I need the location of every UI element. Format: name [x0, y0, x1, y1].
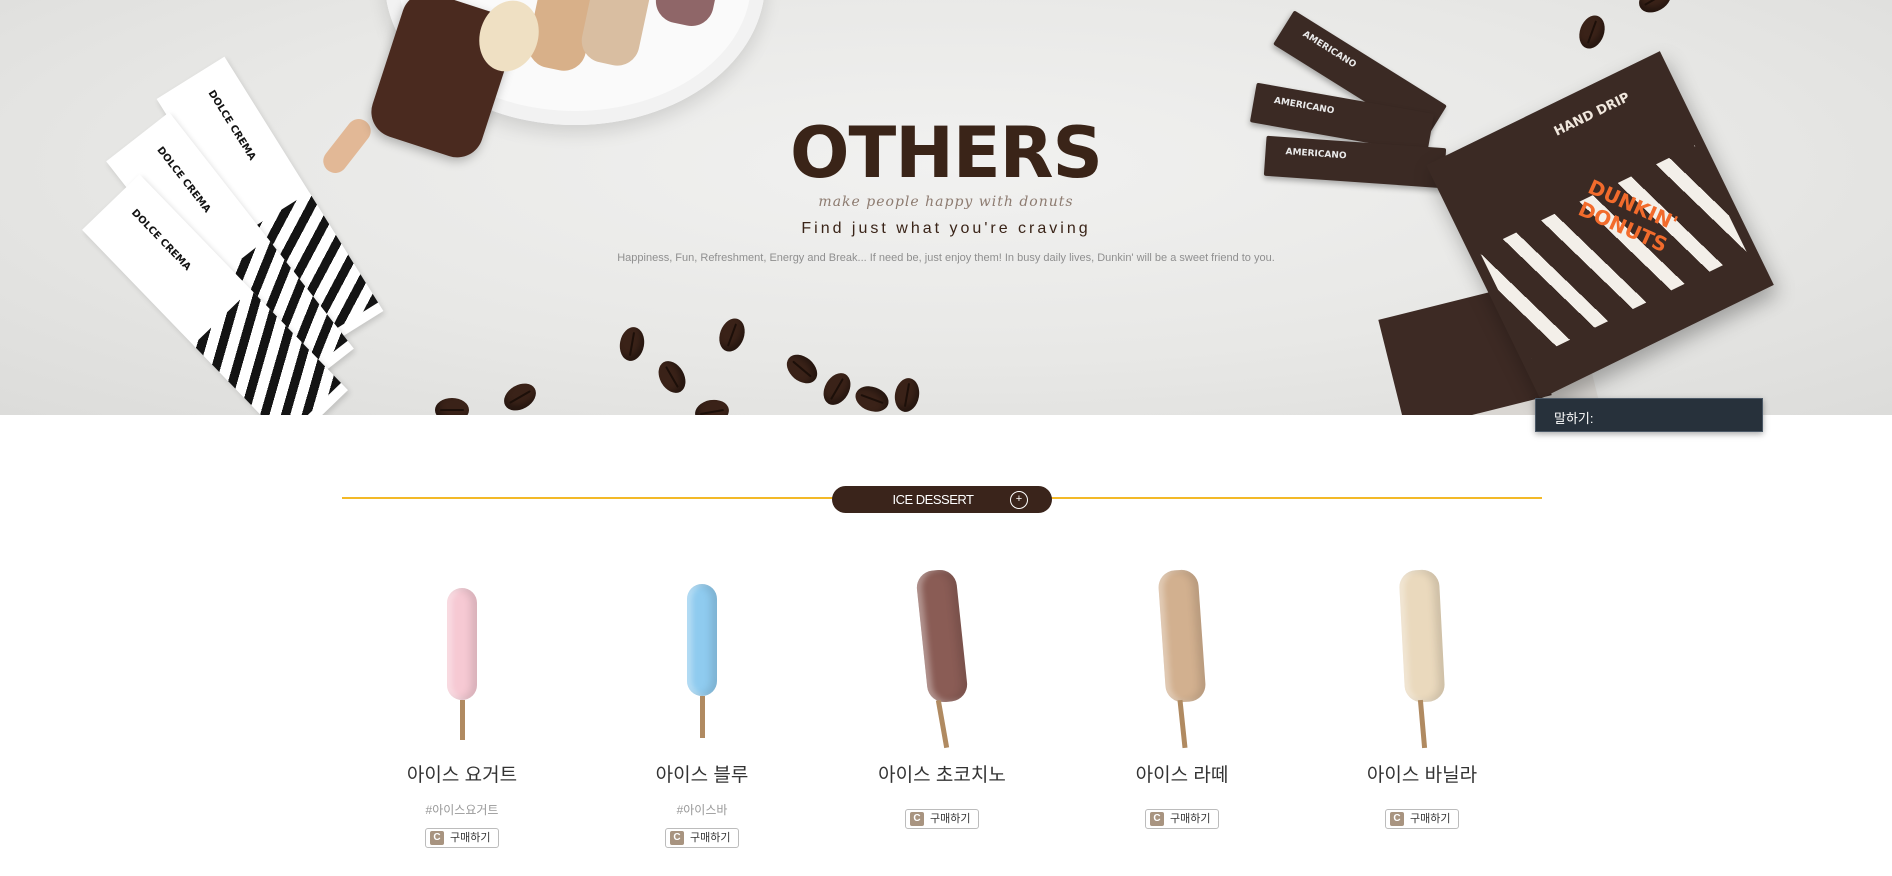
section-divider-right: [1042, 497, 1542, 499]
buy-button[interactable]: C 구매하기: [905, 809, 979, 829]
buy-label: 구매하기: [930, 813, 971, 825]
popsicle-image: [915, 568, 969, 704]
product-name[interactable]: 아이스 요거트: [342, 760, 582, 787]
coffee-bean: [435, 398, 469, 415]
product-card[interactable]: 아이스 요거트 #아이스요거트 C 구매하기: [342, 560, 582, 860]
buy-button[interactable]: C 구매하기: [1145, 809, 1219, 829]
coffee-bean: [892, 376, 922, 414]
coffee-bean: [653, 356, 691, 398]
hero-subtitle: Find just what you're craving: [801, 220, 1091, 237]
buy-label: 구매하기: [450, 832, 491, 844]
cart-icon: C: [1390, 812, 1404, 826]
stick-label: AMERICANO: [1273, 95, 1335, 117]
section-title: ICE DESSERT: [892, 492, 974, 507]
speech-input-bar[interactable]: 말하기:: [1535, 398, 1763, 432]
coffee-bean: [1634, 0, 1676, 18]
coffee-bean: [499, 378, 541, 415]
speech-label: 말하기:: [1554, 411, 1594, 426]
product-name[interactable]: 아이스 블루: [582, 760, 822, 787]
buy-label: 구매하기: [1170, 813, 1211, 825]
plus-icon[interactable]: +: [1010, 491, 1028, 509]
stick-label: AMERICANO: [1300, 29, 1358, 71]
coffee-bean: [851, 381, 893, 415]
product-card[interactable]: 아이스 라떼 C 구매하기: [1062, 560, 1302, 860]
buy-button[interactable]: C 구매하기: [665, 828, 739, 848]
popsicle-stick: [1177, 699, 1188, 749]
buy-button[interactable]: C 구매하기: [1385, 809, 1459, 829]
product-hashtag[interactable]: #아이스바: [582, 801, 822, 818]
coffee-bean: [1574, 11, 1610, 53]
coffee-bean: [781, 348, 823, 390]
coffee-bean: [818, 368, 856, 410]
cart-icon: C: [430, 831, 444, 845]
hero-tagline: make people happy with donuts: [818, 194, 1074, 210]
product-card[interactable]: 아이스 바닐라 C 구매하기: [1302, 560, 1542, 860]
section-divider-left: [342, 497, 842, 499]
popsicle-image: [1157, 568, 1207, 704]
section-title-ice-dessert[interactable]: ICE DESSERT +: [832, 486, 1052, 513]
popsicle-image: [687, 584, 717, 696]
popsicle-image: [1398, 569, 1446, 703]
hero-description: Happiness, Fun, Refreshment, Energy and …: [617, 252, 1275, 264]
product-name[interactable]: 아이스 초코치노: [822, 760, 1062, 787]
product-card[interactable]: 아이스 블루 #아이스바 C 구매하기: [582, 560, 822, 860]
cart-icon: C: [910, 812, 924, 826]
popsicle-image: [447, 588, 477, 700]
coffee-bean: [714, 314, 750, 356]
cart-icon: C: [1150, 812, 1164, 826]
product-card[interactable]: 아이스 초코치노 C 구매하기: [822, 560, 1062, 860]
cart-icon: C: [670, 831, 684, 845]
coffee-bean: [693, 397, 731, 415]
popsicle-stick: [935, 699, 950, 749]
buy-label: 구매하기: [1410, 813, 1451, 825]
popsicle-stick: [1417, 699, 1428, 749]
coffee-bean: [617, 325, 647, 363]
popsicle-stick: [700, 696, 705, 738]
hero-title: OTHERS: [790, 112, 1103, 194]
buy-label: 구매하기: [690, 832, 731, 844]
popsicle-stick: [460, 700, 465, 740]
product-name[interactable]: 아이스 라떼: [1062, 760, 1302, 787]
buy-button[interactable]: C 구매하기: [425, 828, 499, 848]
product-hashtag[interactable]: #아이스요거트: [342, 801, 582, 818]
product-name[interactable]: 아이스 바닐라: [1302, 760, 1542, 787]
hero-banner: DOLCE CREMA DOLCE CREMA DOLCE CREMA AMER…: [0, 0, 1892, 415]
